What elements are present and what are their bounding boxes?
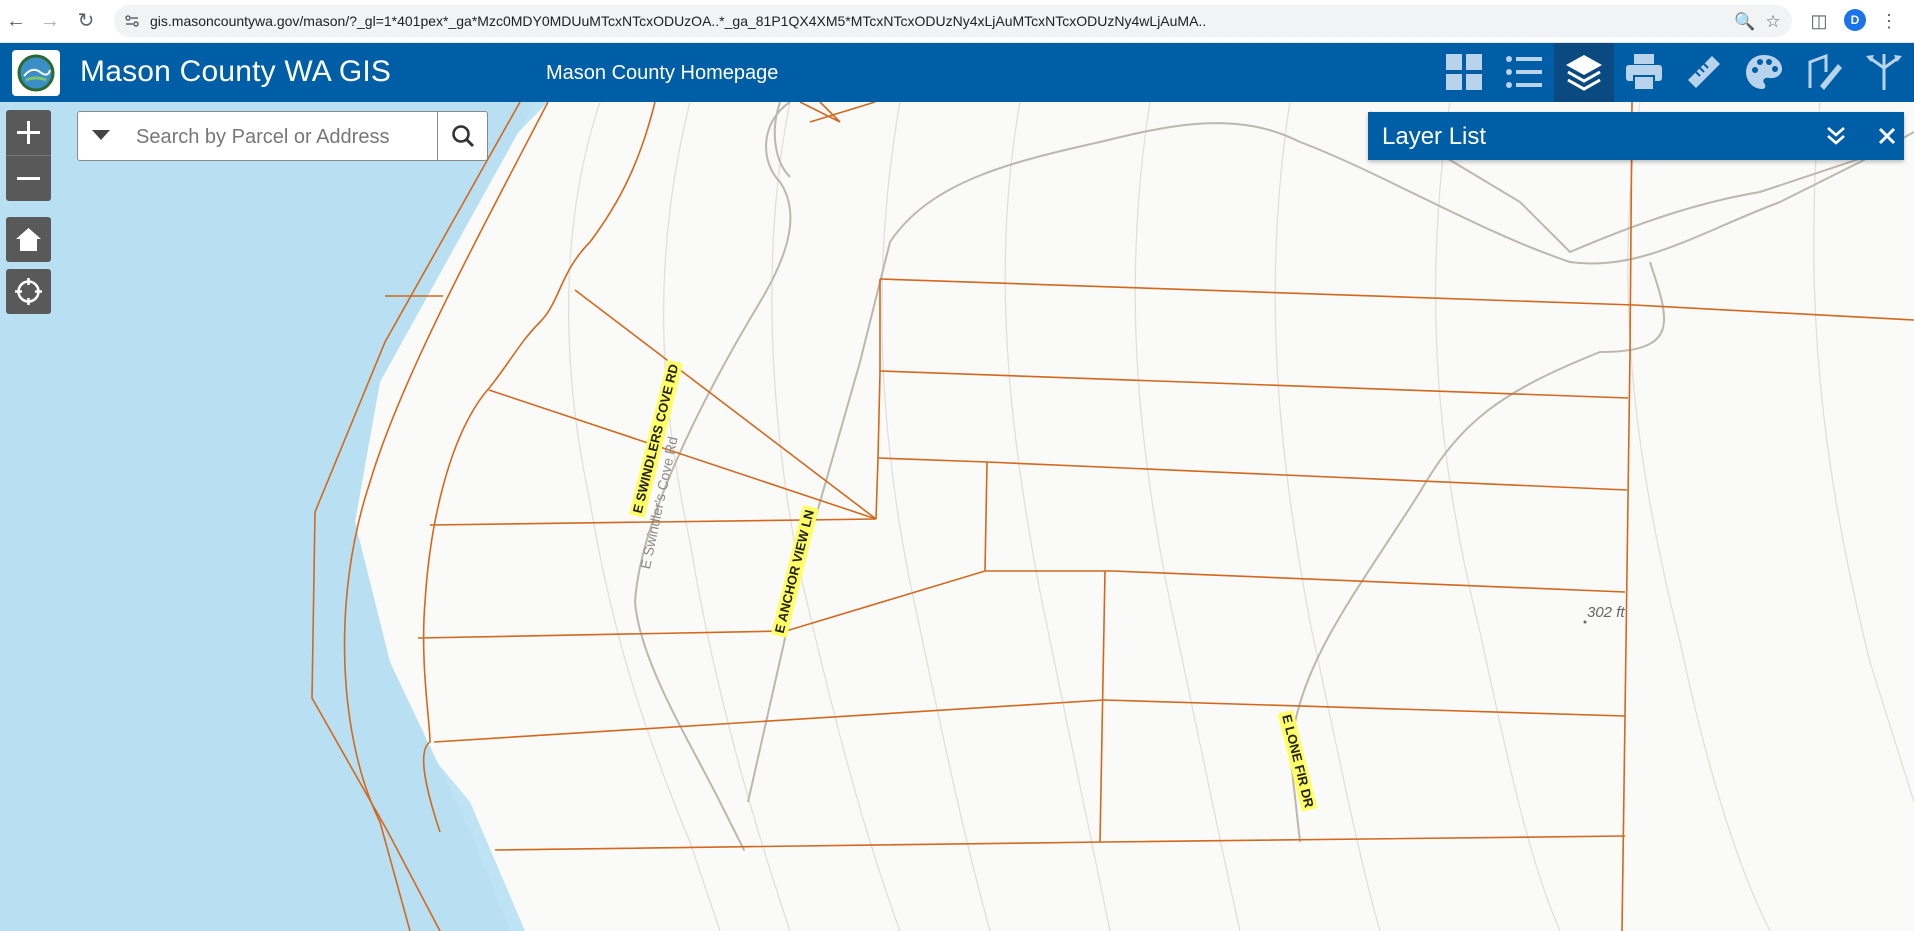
browser-toolbar: ← → ↻ gis.masoncountywa.gov/mason/?_gl=1… bbox=[0, 0, 1914, 43]
zoom-out-button[interactable] bbox=[6, 156, 51, 201]
locate-button[interactable] bbox=[6, 269, 51, 314]
url-text: gis.masoncountywa.gov/mason/?_gl=1*401pe… bbox=[150, 13, 1207, 29]
parcel-lines bbox=[311, 102, 1914, 931]
layers-icon[interactable] bbox=[1554, 43, 1614, 102]
list-icon[interactable] bbox=[1494, 43, 1554, 102]
app-header: Mason County WA GIS Mason County Homepag… bbox=[0, 43, 1914, 102]
road-lines bbox=[633, 102, 1914, 851]
county-logo bbox=[12, 50, 60, 96]
forward-icon[interactable]: → bbox=[38, 9, 62, 33]
share-icon[interactable] bbox=[1854, 43, 1914, 102]
search-button[interactable] bbox=[437, 112, 488, 160]
double-chevron-down-icon bbox=[1827, 127, 1845, 145]
profile-avatar[interactable]: D bbox=[1844, 9, 1866, 31]
search-box bbox=[77, 111, 488, 161]
close-icon bbox=[1878, 127, 1896, 145]
panel-title: Layer List bbox=[1382, 123, 1487, 150]
search-source-dropdown-icon[interactable] bbox=[92, 130, 110, 140]
minus-icon bbox=[17, 177, 40, 180]
site-info-icon[interactable] bbox=[124, 13, 140, 29]
home-icon bbox=[16, 228, 41, 251]
measure-icon[interactable] bbox=[1674, 43, 1734, 102]
app-title: Mason County WA GIS bbox=[80, 55, 392, 88]
zoom-icon[interactable]: 🔍 bbox=[1734, 13, 1755, 31]
contour-lines bbox=[568, 102, 1914, 931]
menu-icon[interactable]: ⋮ bbox=[1878, 10, 1900, 32]
elevation-label: 302 ft bbox=[1587, 604, 1625, 621]
map-canvas[interactable] bbox=[0, 102, 1914, 931]
zoom-in-button[interactable] bbox=[6, 110, 51, 156]
print-icon[interactable] bbox=[1614, 43, 1674, 102]
grid-icon[interactable] bbox=[1434, 43, 1494, 102]
close-panel-button[interactable] bbox=[1873, 122, 1901, 150]
crosshair-icon bbox=[15, 278, 42, 305]
palette-icon[interactable] bbox=[1734, 43, 1794, 102]
plus-icon bbox=[17, 121, 40, 144]
collapse-panel-button[interactable] bbox=[1822, 122, 1850, 150]
bookmark-star-icon[interactable]: ☆ bbox=[1764, 13, 1782, 31]
search-icon bbox=[452, 125, 475, 148]
homepage-link[interactable]: Mason County Homepage bbox=[546, 61, 778, 85]
reload-icon[interactable]: ↻ bbox=[74, 9, 98, 33]
home-button[interactable] bbox=[6, 217, 51, 262]
search-input[interactable] bbox=[134, 118, 438, 156]
map-view[interactable]: E Swindler's Cove Rd E SWINDLERS COVE RD… bbox=[0, 102, 1914, 931]
layer-list-panel: Layer List bbox=[1368, 112, 1904, 160]
side-panel-icon[interactable]: ◫ bbox=[1808, 10, 1830, 32]
back-icon[interactable]: ← bbox=[4, 9, 28, 33]
draw-icon[interactable] bbox=[1794, 43, 1854, 102]
address-bar[interactable]: gis.masoncountywa.gov/mason/?_gl=1*401pe… bbox=[114, 5, 1792, 37]
